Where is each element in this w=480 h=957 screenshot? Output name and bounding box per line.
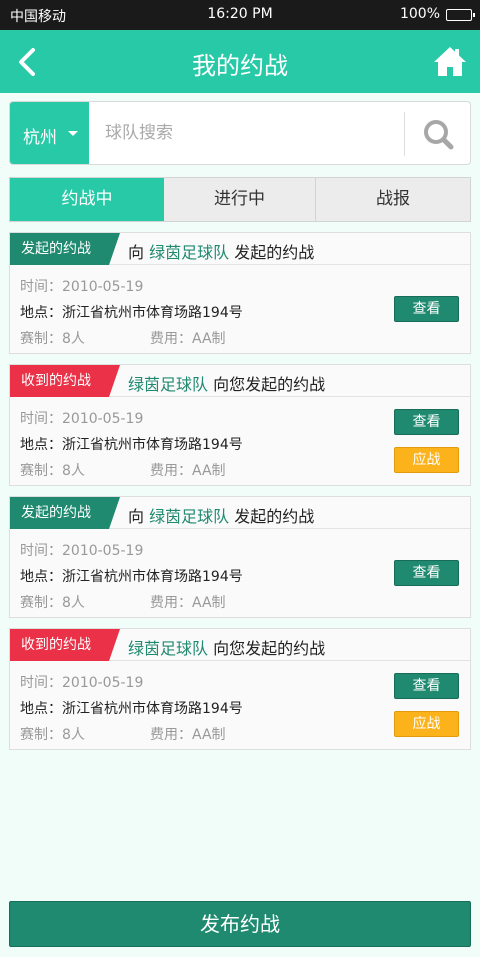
view-button[interactable]: 查看	[394, 296, 459, 322]
search-input[interactable]	[105, 116, 395, 150]
received-badge: 收到的约战	[10, 365, 120, 397]
match-fee: 费用：AA制	[150, 595, 226, 611]
team-link[interactable]: 绿茵足球队	[128, 639, 208, 658]
card-summary: 向 绿茵足球队 发起的约战	[128, 239, 314, 263]
card-summary: 绿茵足球队 向您发起的约战	[128, 371, 325, 395]
challenge-card: 收到的约战 绿茵足球队 向您发起的约战 时间：2010-05-19 地点：浙江省…	[9, 364, 471, 486]
card-header: 收到的约战 绿茵足球队 向您发起的约战	[10, 365, 470, 397]
view-button[interactable]: 查看	[394, 409, 459, 435]
tab-in-challenge[interactable]: 约战中	[10, 178, 164, 221]
match-format: 赛制：8人	[20, 727, 85, 743]
view-button[interactable]: 查看	[394, 560, 459, 586]
match-time: 时间：2010-05-19	[20, 675, 144, 691]
match-format: 赛制：8人	[20, 595, 85, 611]
publish-challenge-button[interactable]: 发布约战	[9, 901, 471, 947]
match-place: 地点：浙江省杭州市体育场路194号	[20, 701, 243, 717]
summary-prefix: 向	[128, 507, 150, 526]
summary-prefix: 向	[128, 243, 150, 262]
match-place: 地点：浙江省杭州市体育场路194号	[20, 305, 243, 321]
match-fee: 费用：AA制	[150, 331, 226, 347]
summary-suffix: 向您发起的约战	[208, 375, 326, 394]
accept-button[interactable]: 应战	[394, 447, 459, 473]
card-summary: 向 绿茵足球队 发起的约战	[128, 503, 314, 527]
accept-button[interactable]: 应战	[394, 711, 459, 737]
challenge-card: 发起的约战 向 绿茵足球队 发起的约战 时间：2010-05-19 地点：浙江省…	[9, 496, 471, 618]
summary-suffix: 发起的约战	[229, 507, 315, 526]
home-button[interactable]	[430, 42, 470, 82]
match-time: 时间：2010-05-19	[20, 411, 144, 427]
city-selector[interactable]: 杭州	[10, 102, 89, 164]
team-link[interactable]: 绿茵足球队	[149, 507, 229, 526]
search-divider	[404, 112, 405, 156]
search-icon	[424, 120, 454, 150]
tab-reports[interactable]: 战报	[316, 178, 470, 221]
caret-down-icon	[68, 131, 78, 136]
card-header: 收到的约战 绿茵足球队 向您发起的约战	[10, 629, 470, 661]
match-place: 地点：浙江省杭州市体育场路194号	[20, 569, 243, 585]
match-format: 赛制：8人	[20, 331, 85, 347]
card-summary: 绿茵足球队 向您发起的约战	[128, 635, 325, 659]
search-box: 杭州	[9, 101, 471, 165]
match-place: 地点：浙江省杭州市体育场路194号	[20, 437, 243, 453]
match-fee: 费用：AA制	[150, 463, 226, 479]
summary-suffix: 向您发起的约战	[208, 639, 326, 658]
match-fee: 费用：AA制	[150, 727, 226, 743]
challenge-card: 发起的约战 向 绿茵足球队 发起的约战 时间：2010-05-19 地点：浙江省…	[9, 232, 471, 354]
team-link[interactable]: 绿茵足球队	[128, 375, 208, 394]
match-time: 时间：2010-05-19	[20, 543, 144, 559]
match-time: 时间：2010-05-19	[20, 279, 144, 295]
tab-in-progress[interactable]: 进行中	[164, 178, 316, 221]
battery-percent: 100%	[399, 6, 440, 22]
page-title: 我的约战	[192, 52, 288, 80]
search-button[interactable]	[418, 114, 458, 154]
match-format: 赛制：8人	[20, 463, 85, 479]
tab-bar: 约战中 进行中 战报	[9, 177, 471, 222]
sent-badge: 发起的约战	[10, 233, 120, 265]
summary-suffix: 发起的约战	[229, 243, 315, 262]
battery-icon	[446, 9, 475, 21]
challenge-card: 收到的约战 绿茵足球队 向您发起的约战 时间：2010-05-19 地点：浙江省…	[9, 628, 471, 750]
header: 我的约战	[0, 30, 480, 93]
status-bar: 中国移动 16:20 PM 100%	[0, 0, 480, 30]
card-header: 发起的约战 向 绿茵足球队 发起的约战	[10, 497, 470, 529]
card-header: 发起的约战 向 绿茵足球队 发起的约战	[10, 233, 470, 265]
home-icon	[434, 47, 466, 76]
sent-badge: 发起的约战	[10, 497, 120, 529]
city-label: 杭州	[23, 128, 57, 148]
received-badge: 收到的约战	[10, 629, 120, 661]
view-button[interactable]: 查看	[394, 673, 459, 699]
team-link[interactable]: 绿茵足球队	[149, 243, 229, 262]
